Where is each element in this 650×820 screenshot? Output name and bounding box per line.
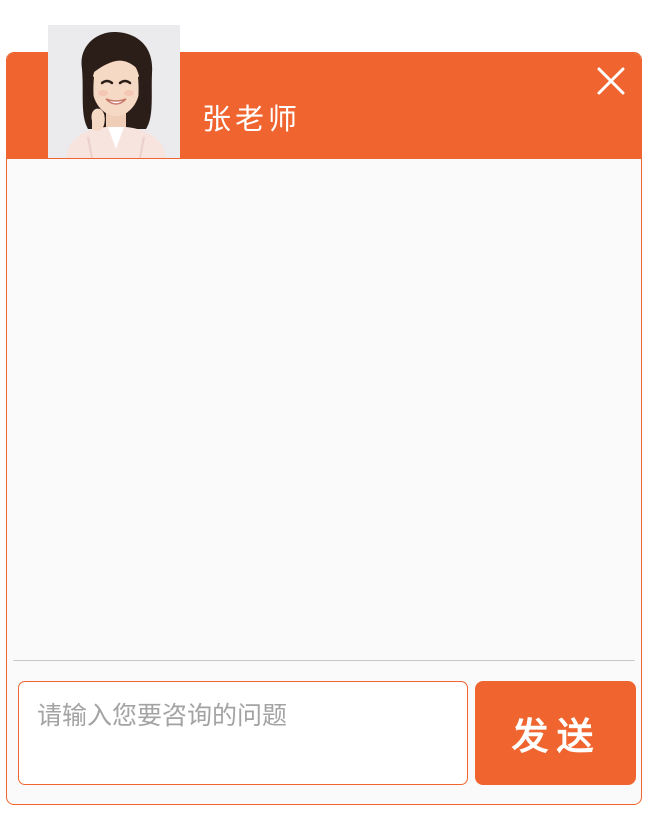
message-input-container xyxy=(18,681,468,785)
close-icon xyxy=(597,67,625,95)
chat-window: 张老师 发送 xyxy=(6,52,642,805)
close-button[interactable] xyxy=(593,63,629,99)
divider xyxy=(13,660,635,661)
send-button[interactable]: 发送 xyxy=(475,681,636,785)
avatar xyxy=(48,25,180,158)
message-area[interactable] xyxy=(7,159,641,655)
teacher-avatar-photo xyxy=(48,25,180,158)
teacher-name: 张老师 xyxy=(202,102,302,136)
message-input[interactable] xyxy=(19,682,467,784)
